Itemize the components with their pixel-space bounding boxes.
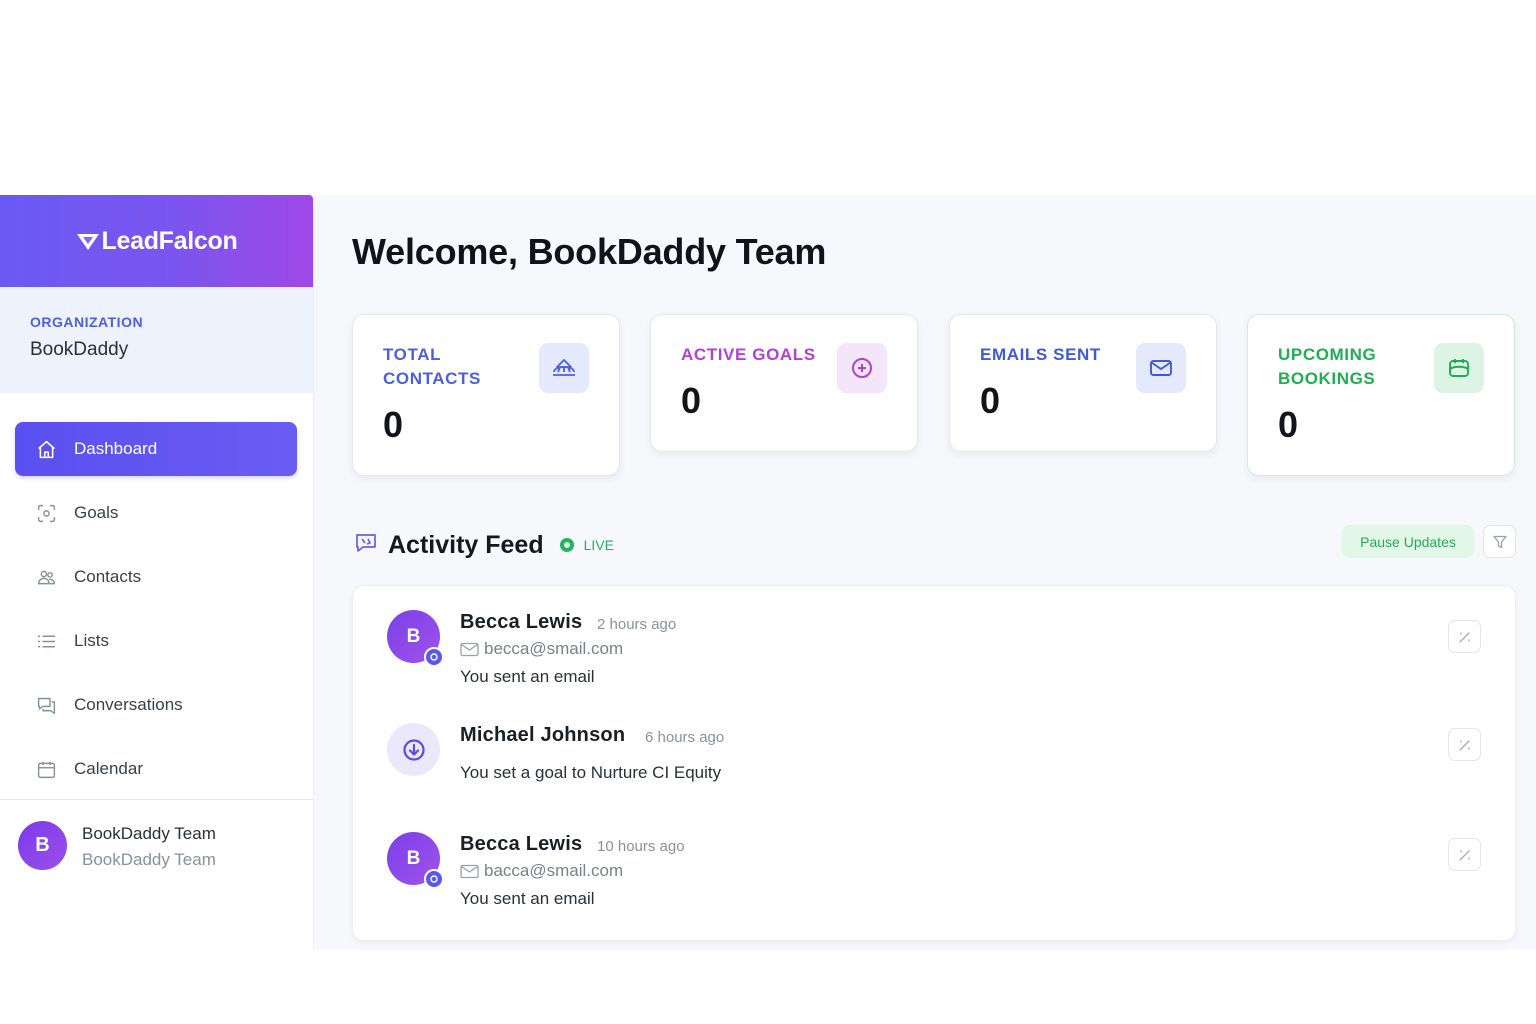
avatar-initial: B (406, 625, 421, 647)
organization-name: BookDaddy (30, 339, 129, 360)
home-icon (35, 438, 57, 460)
item-email: bacca@smail.com (460, 861, 623, 881)
avatar-initial: B (406, 847, 421, 869)
item-contact-name[interactable]: Becca Lewis (460, 611, 582, 634)
avatar: B (18, 821, 67, 870)
page-title: Welcome, BookDaddy Team (352, 231, 827, 272)
item-action-button[interactable] (1448, 728, 1481, 761)
stat-card-emails-sent[interactable]: EMAILS SENT 0 (949, 314, 1217, 452)
sidebar-item-calendar[interactable]: Calendar (15, 742, 297, 796)
magic-wand-icon (1458, 631, 1470, 643)
magic-wand-icon (1458, 739, 1470, 751)
stat-card-active-goals[interactable]: ACTIVE GOALS 0 (650, 314, 918, 452)
brand-header[interactable]: LeadFalcon (0, 195, 313, 287)
stat-label: EMAILS SENT (980, 345, 1101, 364)
user-profile[interactable]: B BookDaddy Team BookDaddy Team (0, 799, 313, 950)
plus-circle-icon (837, 343, 887, 393)
item-timestamp: 10 hours ago (597, 838, 685, 855)
live-dot-icon (559, 538, 574, 552)
sidebar-item-label: Contacts (74, 567, 142, 586)
main-content: Welcome, BookDaddy Team TOTAL CONTACTS 0… (314, 195, 1536, 950)
sidebar-item-conversations[interactable]: Conversations (15, 678, 297, 732)
sidebar-item-lists[interactable]: Lists (15, 614, 297, 668)
user-name: BookDaddy Team (82, 824, 216, 843)
sidebar-item-label: Calendar (74, 759, 143, 778)
mail-icon (1136, 343, 1186, 393)
live-indicator: LIVE (559, 537, 614, 553)
brand-name: LeadFalcon (101, 226, 238, 255)
sidebar-item-label: Lists (74, 631, 109, 650)
item-description: You sent an email (460, 889, 595, 908)
sidebar-item-label: Goals (74, 503, 119, 522)
activity-feed-title: Activity Feed (388, 530, 544, 559)
list-icon (35, 630, 57, 652)
sidebar-nav: Dashboard Goals Contacts Lists Conversat… (0, 393, 313, 796)
live-label: LIVE (583, 537, 614, 553)
magic-wand-icon (1458, 849, 1470, 861)
item-email-address: bacca@smail.com (484, 861, 624, 880)
item-timestamp: 6 hours ago (645, 729, 725, 746)
goal-avatar (387, 723, 440, 776)
sidebar-item-label: Dashboard (74, 439, 158, 458)
item-timestamp: 2 hours ago (597, 616, 677, 633)
list-item[interactable]: Michael Johnson 6 hours ago You set a go… (387, 723, 1481, 823)
item-description: You set a goal to Nurture CI Equity (460, 763, 722, 782)
activity-feed-header: Activity Feed LIVE Pause Updates (354, 525, 1536, 565)
sidebar-item-label: Conversations (74, 695, 183, 714)
item-email: becca@smail.com (460, 639, 623, 659)
pause-updates-button[interactable]: Pause Updates (1342, 525, 1474, 558)
user-subtitle: BookDaddy Team (82, 850, 216, 869)
mail-icon (460, 642, 479, 656)
mail-icon (460, 864, 479, 878)
falcon-chevron-icon (76, 234, 99, 250)
stat-label: ACTIVE GOALS (681, 345, 816, 364)
email-badge-icon (424, 647, 444, 667)
organization-label: ORGANIZATION (30, 314, 144, 330)
stat-card-upcoming-bookings[interactable]: UPCOMING BOOKINGS 0 (1247, 314, 1515, 476)
filter-button[interactable] (1483, 525, 1516, 558)
item-action-button[interactable] (1448, 620, 1481, 653)
chat-icon (35, 694, 57, 716)
stat-card-total-contacts[interactable]: TOTAL CONTACTS 0 (352, 314, 620, 476)
stat-value: 0 (1278, 404, 1299, 445)
item-contact-name[interactable]: Michael Johnson (460, 724, 625, 747)
stat-label: TOTAL CONTACTS (383, 345, 481, 388)
organization-panel: ORGANIZATION BookDaddy (0, 287, 313, 393)
logo: LeadFalcon (76, 227, 238, 256)
calendar-icon (35, 758, 57, 780)
item-email-address: becca@smail.com (484, 639, 624, 658)
arrow-down-circle-icon (402, 738, 425, 761)
contacts-icon (539, 343, 589, 393)
stat-label: UPCOMING BOOKINGS (1278, 345, 1377, 388)
sidebar: LeadFalcon ORGANIZATION BookDaddy Dashbo… (0, 195, 314, 950)
stat-value: 0 (383, 404, 404, 445)
list-item[interactable]: B Becca Lewis 10 hours ago bacca@smail.c… (387, 832, 1481, 932)
calendar-icon (1434, 343, 1484, 393)
item-contact-name[interactable]: Becca Lewis (460, 833, 582, 856)
sidebar-item-goals[interactable]: Goals (15, 486, 297, 540)
target-icon (35, 502, 57, 524)
contacts-icon (35, 566, 57, 588)
sidebar-item-contacts[interactable]: Contacts (15, 550, 297, 604)
list-item[interactable]: B Becca Lewis 2 hours ago becca@smail.co… (387, 610, 1481, 710)
item-action-button[interactable] (1448, 838, 1481, 871)
activity-chat-icon (354, 531, 378, 560)
app-window: LeadFalcon ORGANIZATION BookDaddy Dashbo… (0, 195, 1536, 950)
user-info: BookDaddy Team BookDaddy Team (82, 821, 216, 870)
email-badge-icon (424, 869, 444, 889)
filter-icon (1492, 535, 1507, 548)
activity-feed-list: B Becca Lewis 2 hours ago becca@smail.co… (352, 585, 1516, 941)
item-description: You sent an email (460, 667, 595, 686)
sidebar-item-dashboard[interactable]: Dashboard (15, 422, 297, 476)
